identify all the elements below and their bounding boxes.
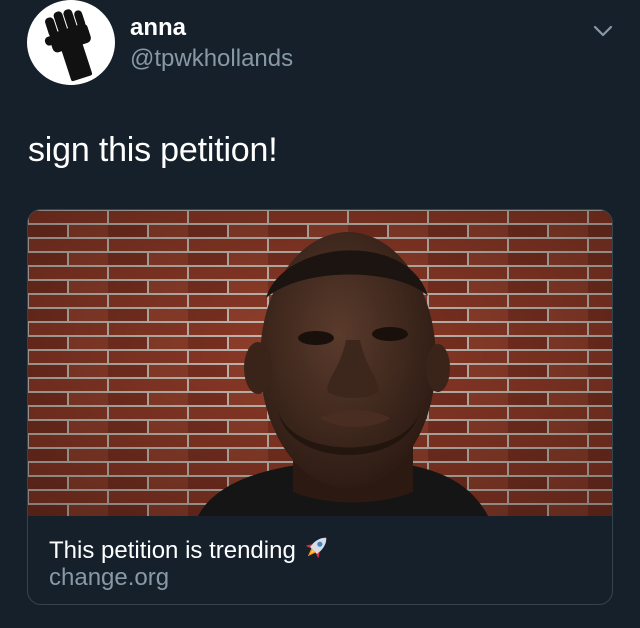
rocket-icon xyxy=(305,537,327,559)
card-domain[interactable]: change.org xyxy=(49,564,169,592)
display-name[interactable]: anna xyxy=(130,14,186,42)
tweet-text: sign this petition! xyxy=(28,131,278,169)
tweet: anna @tpwkhollands sign this petition! T… xyxy=(0,0,640,628)
card-photo xyxy=(28,210,612,516)
card-title-text: This petition is trending xyxy=(49,537,296,564)
avatar[interactable] xyxy=(27,0,115,85)
link-card[interactable]: This petition is trending change.org xyxy=(27,209,613,605)
card-image[interactable] xyxy=(28,210,612,516)
card-title[interactable]: This petition is trending xyxy=(49,532,332,565)
chevron-down-icon[interactable] xyxy=(590,18,616,44)
raised-fist-icon xyxy=(28,0,114,85)
user-handle[interactable]: @tpwkhollands xyxy=(130,45,293,73)
